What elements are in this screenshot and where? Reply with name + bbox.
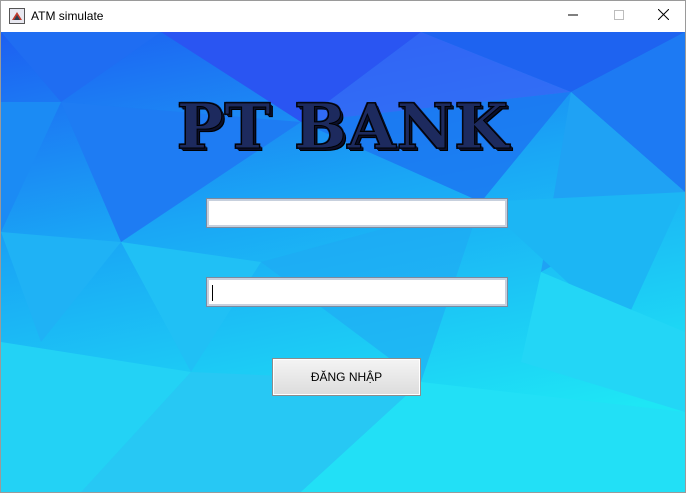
close-button[interactable] (640, 1, 685, 31)
maximize-button[interactable] (596, 1, 642, 31)
window-title: ATM simulate (31, 9, 104, 23)
close-icon (657, 7, 669, 25)
login-button[interactable]: ĐĂNG NHẬP (272, 358, 421, 396)
minimize-button[interactable] (550, 1, 596, 31)
minimize-icon (568, 7, 578, 25)
username-input[interactable] (206, 198, 508, 228)
title-bar[interactable]: ATM simulate (1, 1, 685, 32)
bank-logo-title: PT BANK (1, 90, 685, 164)
maximize-icon (614, 7, 624, 25)
text-caret (212, 285, 213, 301)
login-panel: PT BANK ĐĂNG NHẬP (1, 32, 685, 492)
app-window: ATM simulate PT BANK ĐĂNG NHẬP (0, 0, 686, 493)
java-app-icon (9, 8, 25, 24)
bank-name-text: PT BANK (176, 90, 510, 164)
password-input[interactable] (206, 277, 508, 307)
